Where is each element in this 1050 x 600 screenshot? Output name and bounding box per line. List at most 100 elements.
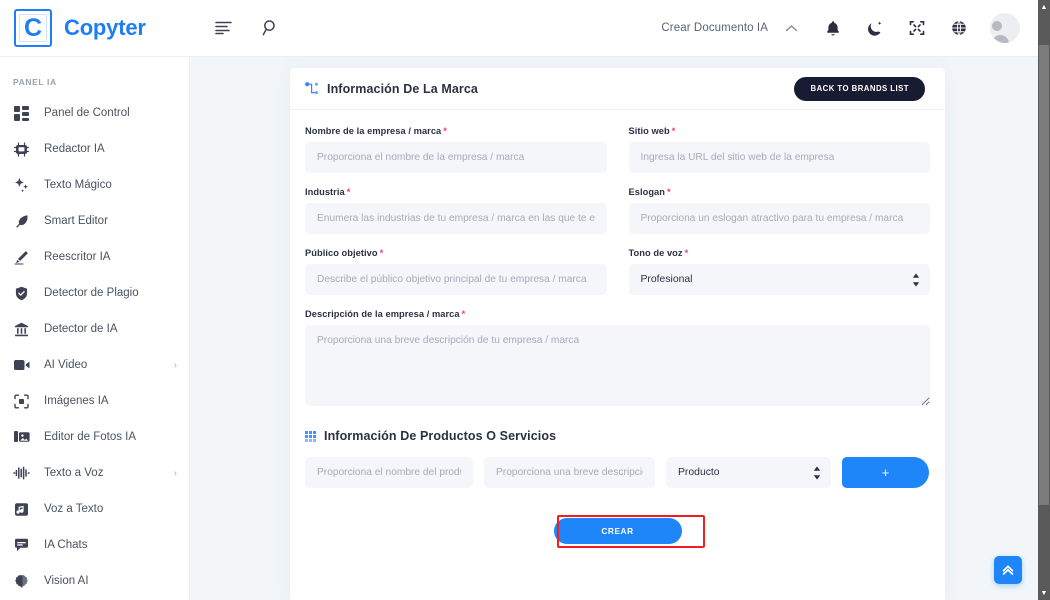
sidebar-item-label: Voz a Texto <box>44 503 104 515</box>
sparkles-icon <box>13 177 30 194</box>
image-frame-icon <box>13 393 30 410</box>
label-text: Nombre de la empresa / marca <box>305 126 442 136</box>
sidebar-item-label: Smart Editor <box>44 215 108 227</box>
field-label: Eslogan * <box>629 187 931 197</box>
scrollbar-down-arrow[interactable]: ▼ <box>1038 587 1050 599</box>
target-audience-input[interactable] <box>305 264 607 295</box>
sidebar-item-ia-chats[interactable]: IA Chats <box>0 527 189 563</box>
crear-button[interactable]: CREAR <box>553 518 682 544</box>
moon-star-icon[interactable] <box>864 17 886 39</box>
field-tone-of-voice: Tono de voz * Profesional <box>628 248 931 295</box>
field-description: Descripción de la empresa / marca * <box>305 309 930 411</box>
website-input[interactable] <box>628 142 930 173</box>
field-website: Sitio web * <box>628 126 931 173</box>
label-text: Tono de voz <box>628 248 683 258</box>
field-industry: Industria * <box>305 187 607 234</box>
scrollbar-up-arrow[interactable]: ▲ <box>1038 1 1050 13</box>
sidebar-section-title: PANEL IA <box>13 77 57 87</box>
chat-bubble-icon <box>13 537 30 554</box>
form-row-1: Nombre de la empresa / marca * Sitio web* <box>305 126 930 187</box>
dashboard-grid-icon <box>13 105 30 122</box>
product-name-input[interactable] <box>305 457 473 488</box>
sidebar-item-reescritor-ia[interactable]: Reescritor IA <box>0 239 189 275</box>
audio-waveform-icon <box>13 465 30 482</box>
products-section-title: Información De Productos O Servicios <box>324 429 557 443</box>
sidebar: PANEL IA Panel de Control Redactor IA Te… <box>0 57 190 600</box>
field-slogan: Eslogan * <box>628 187 931 234</box>
label-text: Industria <box>305 187 345 197</box>
vertical-scrollbar[interactable]: ▲ ▼ <box>1038 0 1050 600</box>
tone-select-wrapper: Profesional <box>628 264 930 295</box>
sidebar-item-detector-de-plagio[interactable]: Detector de Plagio <box>0 275 189 311</box>
tone-of-voice-select[interactable]: Profesional <box>628 264 930 295</box>
product-type-select[interactable]: Producto <box>666 457 831 488</box>
slogan-input[interactable] <box>628 203 930 234</box>
scroll-to-top-button[interactable] <box>994 556 1022 584</box>
sidebar-item-ai-video[interactable]: AI Video › <box>0 347 189 383</box>
product-type-select-wrapper: Producto <box>666 457 831 488</box>
feather-pen-icon <box>13 213 30 230</box>
avatar-head <box>991 21 1002 31</box>
label-text: Sitio web <box>628 126 670 136</box>
back-to-brands-list-button[interactable]: BACK TO BRANDS LIST <box>794 76 925 101</box>
create-document-link[interactable]: Crear Documento IA <box>661 22 768 34</box>
dots-grid-icon <box>305 430 316 442</box>
sidebar-item-label: AI Video <box>44 359 88 371</box>
avatar-body <box>991 35 1009 43</box>
search-icon[interactable] <box>260 17 282 39</box>
video-camera-icon <box>13 357 30 374</box>
sidebar-item-redactor-ia[interactable]: Redactor IA <box>0 131 189 167</box>
avatar[interactable] <box>990 13 1020 43</box>
field-label: Tono de voz * <box>629 248 931 258</box>
required-marker: * <box>671 126 676 136</box>
industry-input[interactable] <box>305 203 607 234</box>
sidebar-item-label: Detector de Plagio <box>44 287 139 299</box>
bell-icon[interactable] <box>822 17 844 39</box>
logo-box: C <box>14 9 52 47</box>
sidebar-item-detector-de-ia[interactable]: Detector de IA <box>0 311 189 347</box>
app-window: C Copyter Crear Documento IA PANEL IA Pa… <box>0 0 1050 600</box>
brand-info-card: Información De La Marca BACK TO BRANDS L… <box>290 68 945 600</box>
sidebar-item-texto-magico[interactable]: Texto Mágico <box>0 167 189 203</box>
list-lines-icon[interactable] <box>212 17 234 39</box>
sidebar-item-voz-a-texto[interactable]: Voz a Texto <box>0 491 189 527</box>
sidebar-item-texto-a-voz[interactable]: Texto a Voz › <box>0 455 189 491</box>
brand-logo[interactable]: C Copyter <box>0 0 190 57</box>
header-left-icons <box>212 17 282 39</box>
brand-name: Copyter <box>64 15 146 40</box>
scrollbar-thumb[interactable] <box>1039 45 1049 505</box>
company-name-input[interactable] <box>305 142 607 173</box>
required-marker: * <box>379 248 384 258</box>
logo-letter: C <box>23 13 43 42</box>
submit-area: CREAR <box>305 515 930 564</box>
add-product-button[interactable]: + <box>842 457 929 488</box>
field-label: Descripción de la empresa / marca * <box>305 309 930 319</box>
required-marker: * <box>346 187 351 197</box>
shield-check-icon <box>13 285 30 302</box>
sidebar-item-label: Texto a Voz <box>44 467 104 479</box>
sidebar-item-smart-editor[interactable]: Smart Editor <box>0 203 189 239</box>
field-target-audience: Público objetivo * <box>305 248 607 295</box>
field-label: Sitio web * <box>629 126 931 136</box>
product-description-input[interactable] <box>484 457 655 488</box>
sidebar-item-label: Vision AI <box>44 575 89 587</box>
sidebar-item-editor-de-fotos-ia[interactable]: Editor de Fotos IA <box>0 419 189 455</box>
robot-chip-icon <box>13 141 30 158</box>
pencil-icon <box>13 249 30 266</box>
description-textarea[interactable] <box>305 325 930 406</box>
sidebar-item-label: Texto Mágico <box>44 179 112 191</box>
chevron-up-icon[interactable] <box>780 17 802 39</box>
globe-icon[interactable] <box>948 17 970 39</box>
field-label: Público objetivo * <box>305 248 607 258</box>
collapse-arrows-icon[interactable] <box>906 17 928 39</box>
header-right-actions: Crear Documento IA <box>661 13 1038 43</box>
sidebar-item-vision-ai[interactable]: Vision AI <box>0 563 189 599</box>
sidebar-item-label: Panel de Control <box>44 107 130 119</box>
sidebar-item-panel-de-control[interactable]: Panel de Control <box>0 95 189 131</box>
products-section-header: Información De Productos O Servicios <box>305 429 930 443</box>
sidebar-item-imagenes-ia[interactable]: Imágenes IA <box>0 383 189 419</box>
brain-icon <box>13 573 30 590</box>
product-row: Producto + <box>305 457 930 488</box>
sidebar-item-label: Editor de Fotos IA <box>44 431 137 443</box>
required-marker: * <box>667 187 671 197</box>
